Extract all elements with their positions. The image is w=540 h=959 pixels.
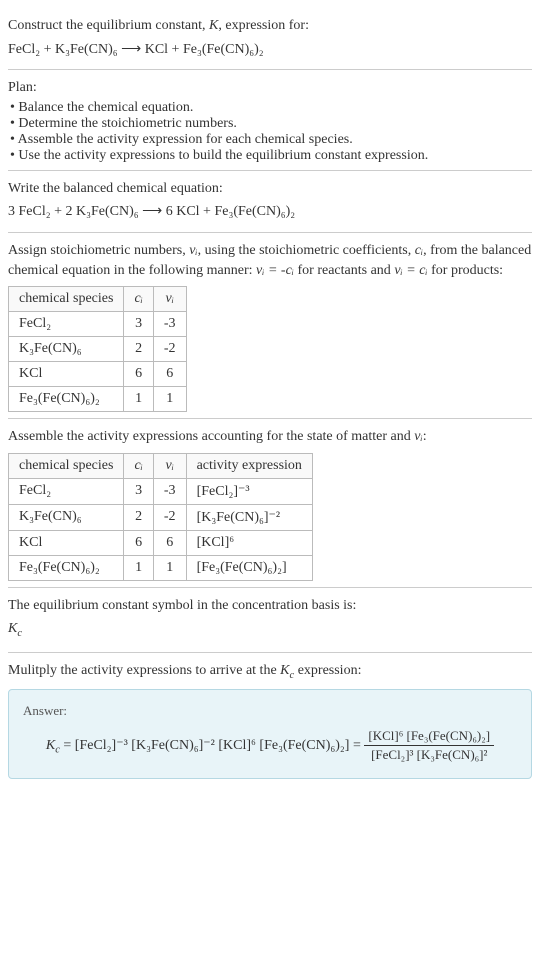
cell-activity: [KCl]⁶ bbox=[186, 530, 312, 555]
cell-species: Fe₃(Fe(CN)₆)₂ bbox=[9, 387, 124, 412]
col-nu: νᵢ bbox=[153, 287, 186, 312]
symbol-section: The equilibrium constant symbol in the c… bbox=[8, 588, 532, 653]
table-header-row: chemical species cᵢ νᵢ bbox=[9, 287, 187, 312]
cell-species: FeCl₂ bbox=[9, 312, 124, 337]
answer-label: Answer: bbox=[23, 702, 517, 720]
cell-c: 3 bbox=[124, 312, 153, 337]
cell-activity: [FeCl₂]⁻³ bbox=[186, 478, 312, 504]
activity-title-b: : bbox=[423, 429, 427, 444]
cell-species: K₃Fe(CN)₆ bbox=[9, 337, 124, 362]
intro-section: Construct the equilibrium constant, K, e… bbox=[8, 8, 532, 70]
cell-species: KCl bbox=[9, 362, 124, 387]
cell-nu: -2 bbox=[153, 504, 186, 530]
relation-reactants: νᵢ = -cᵢ bbox=[256, 263, 294, 278]
multiply-title-b: expression: bbox=[294, 663, 361, 678]
intro-text-b: , expression for: bbox=[218, 18, 309, 33]
cell-c: 6 bbox=[124, 362, 153, 387]
cell-nu: 6 bbox=[153, 362, 186, 387]
cell-species: FeCl₂ bbox=[9, 478, 124, 504]
intro-text-a: Construct the equilibrium constant, bbox=[8, 18, 209, 33]
stoich-desc-a: Assign stoichiometric numbers, bbox=[8, 243, 189, 258]
stoich-desc-d: for reactants and bbox=[294, 263, 394, 278]
cell-activity: [Fe₃(Fe(CN)₆)₂] bbox=[186, 555, 312, 580]
table-row: KCl 6 6 [KCl]⁶ bbox=[9, 530, 313, 555]
answer-box: Answer: Kc = [FeCl₂]⁻³ [K₃Fe(CN)₆]⁻² [KC… bbox=[8, 689, 532, 779]
nu-symbol: νᵢ bbox=[414, 429, 422, 444]
cell-nu: -3 bbox=[153, 478, 186, 504]
cell-c: 2 bbox=[124, 337, 153, 362]
activity-title-a: Assemble the activity expressions accoun… bbox=[8, 429, 414, 444]
activity-table: chemical species cᵢ νᵢ activity expressi… bbox=[8, 453, 313, 581]
answer-fraction: [KCl]⁶ [Fe₃(Fe(CN)₆)₂][FeCl₂]³ [K₃Fe(CN)… bbox=[364, 727, 494, 764]
c-symbol: cᵢ bbox=[415, 243, 423, 258]
multiply-title: Mulitply the activity expressions to arr… bbox=[8, 661, 532, 683]
col-activity: activity expression bbox=[186, 453, 312, 478]
cell-c: 3 bbox=[124, 478, 153, 504]
stoich-section: Assign stoichiometric numbers, νᵢ, using… bbox=[8, 233, 532, 419]
plan-list: Balance the chemical equation. Determine… bbox=[8, 100, 532, 164]
answer-equation: Kc = [FeCl₂]⁻³ [K₃Fe(CN)₆]⁻² [KCl]⁶ [Fe₃… bbox=[23, 727, 517, 764]
kc-letter: K bbox=[8, 621, 17, 636]
plan-section: Plan: Balance the chemical equation. Det… bbox=[8, 70, 532, 171]
balanced-equation: 3 FeCl₂ + 2 K₃Fe(CN)₆ ⟶ 6 KCl + Fe₃(Fe(C… bbox=[8, 202, 532, 222]
stoich-desc-e: for products: bbox=[428, 263, 503, 278]
cell-c: 2 bbox=[124, 504, 153, 530]
activity-title: Assemble the activity expressions accoun… bbox=[8, 427, 532, 447]
cell-species: Fe₃(Fe(CN)₆)₂ bbox=[9, 555, 124, 580]
stoich-desc: Assign stoichiometric numbers, νᵢ, using… bbox=[8, 241, 532, 280]
stoich-desc-b: , using the stoichiometric coefficients, bbox=[198, 243, 415, 258]
kc-subscript: c bbox=[17, 628, 22, 639]
multiply-title-a: Mulitply the activity expressions to arr… bbox=[8, 663, 280, 678]
unbalanced-equation: FeCl₂ + K₃Fe(CN)₆ ⟶ KCl + Fe₃(Fe(CN)₆)₂ bbox=[8, 40, 532, 60]
cell-species: KCl bbox=[9, 530, 124, 555]
nu-symbol: νᵢ bbox=[189, 243, 197, 258]
fraction-numerator: [KCl]⁶ [Fe₃(Fe(CN)₆)₂] bbox=[364, 727, 494, 746]
table-row: KCl 6 6 bbox=[9, 362, 187, 387]
balanced-title: Write the balanced chemical equation: bbox=[8, 179, 532, 199]
cell-species: K₃Fe(CN)₆ bbox=[9, 504, 124, 530]
table-row: Fe₃(Fe(CN)₆)₂ 1 1 bbox=[9, 387, 187, 412]
cell-nu: 6 bbox=[153, 530, 186, 555]
kc-letter: K bbox=[46, 737, 55, 752]
relation-products: νᵢ = cᵢ bbox=[394, 263, 427, 278]
col-c: cᵢ bbox=[124, 287, 153, 312]
kc-symbol: Kc bbox=[8, 619, 532, 641]
cell-activity: [K₃Fe(CN)₆]⁻² bbox=[186, 504, 312, 530]
col-species: chemical species bbox=[9, 287, 124, 312]
col-species: chemical species bbox=[9, 453, 124, 478]
table-row: FeCl₂ 3 -3 bbox=[9, 312, 187, 337]
col-nu: νᵢ bbox=[153, 453, 186, 478]
table-row: K₃Fe(CN)₆ 2 -2 bbox=[9, 337, 187, 362]
activity-section: Assemble the activity expressions accoun… bbox=[8, 419, 532, 588]
plan-title: Plan: bbox=[8, 78, 532, 98]
cell-nu: -2 bbox=[153, 337, 186, 362]
intro-text: Construct the equilibrium constant, K, e… bbox=[8, 16, 532, 36]
fraction-denominator: [FeCl₂]³ [K₃Fe(CN)₆]² bbox=[364, 746, 494, 764]
cell-nu: -3 bbox=[153, 312, 186, 337]
plan-item: Determine the stoichiometric numbers. bbox=[10, 116, 532, 132]
plan-item: Assemble the activity expression for eac… bbox=[10, 132, 532, 148]
balanced-section: Write the balanced chemical equation: 3 … bbox=[8, 171, 532, 233]
equilibrium-constant-symbol: K bbox=[209, 18, 218, 33]
cell-c: 1 bbox=[124, 555, 153, 580]
table-header-row: chemical species cᵢ νᵢ activity expressi… bbox=[9, 453, 313, 478]
cell-c: 1 bbox=[124, 387, 153, 412]
table-row: K₃Fe(CN)₆ 2 -2 [K₃Fe(CN)₆]⁻² bbox=[9, 504, 313, 530]
col-c: cᵢ bbox=[124, 453, 153, 478]
kc-letter: K bbox=[280, 663, 289, 678]
table-row: FeCl₂ 3 -3 [FeCl₂]⁻³ bbox=[9, 478, 313, 504]
cell-nu: 1 bbox=[153, 387, 186, 412]
symbol-title: The equilibrium constant symbol in the c… bbox=[8, 596, 532, 616]
cell-nu: 1 bbox=[153, 555, 186, 580]
cell-c: 6 bbox=[124, 530, 153, 555]
answer-lhs: = [FeCl₂]⁻³ [K₃Fe(CN)₆]⁻² [KCl]⁶ [Fe₃(Fe… bbox=[60, 737, 364, 752]
plan-item: Use the activity expressions to build th… bbox=[10, 148, 532, 164]
table-row: Fe₃(Fe(CN)₆)₂ 1 1 [Fe₃(Fe(CN)₆)₂] bbox=[9, 555, 313, 580]
multiply-section: Mulitply the activity expressions to arr… bbox=[8, 653, 532, 785]
stoich-table: chemical species cᵢ νᵢ FeCl₂ 3 -3 K₃Fe(C… bbox=[8, 286, 187, 412]
plan-item: Balance the chemical equation. bbox=[10, 100, 532, 116]
